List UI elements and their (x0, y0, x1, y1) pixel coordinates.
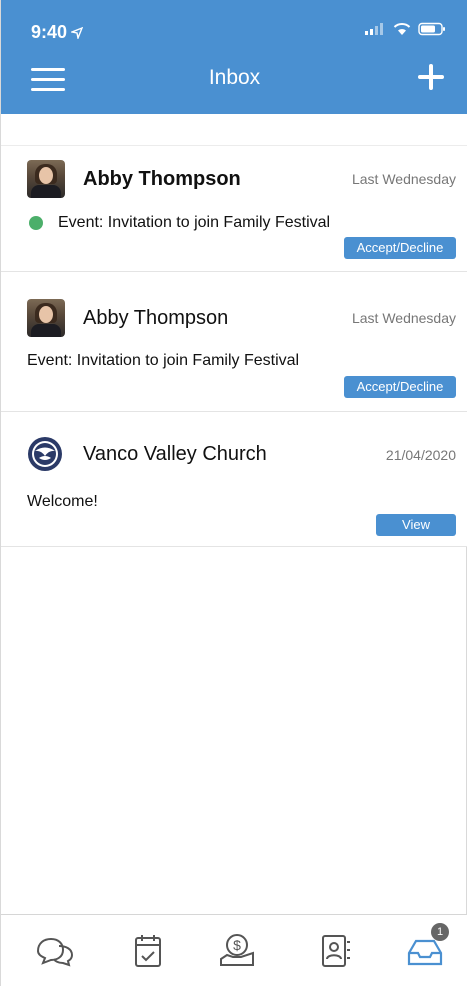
church-logo-icon (27, 436, 63, 472)
tab-inbox[interactable]: 1 (403, 923, 449, 973)
message-item[interactable]: Abby Thompson Last Wednesday Event: Invi… (1, 272, 467, 412)
sender-name: Vanco Valley Church (83, 443, 267, 465)
bottom-tab-bar: $ 1 (1, 914, 467, 986)
page-title: Inbox (208, 66, 261, 89)
compose-plus-icon[interactable] (416, 62, 446, 92)
tab-events[interactable] (126, 929, 170, 973)
sender-name: Abby Thompson (83, 307, 229, 329)
avatar (27, 299, 65, 337)
unread-dot (29, 216, 43, 230)
message-list: Abby Thompson Last Wednesday Event: Invi… (1, 114, 467, 547)
status-icons (364, 22, 446, 36)
tab-directory[interactable] (313, 929, 357, 973)
svg-text:$: $ (233, 937, 241, 953)
status-time: 9:40 (31, 22, 84, 43)
accept-decline-button[interactable]: Accept/Decline (344, 237, 456, 259)
chat-icon (36, 937, 74, 967)
view-button[interactable]: View (376, 514, 456, 536)
message-text: Event: Invitation to join Family Festiva… (27, 352, 300, 369)
directory-icon (322, 935, 350, 967)
message-item[interactable]: Abby Thompson Last Wednesday Event: Invi… (1, 146, 467, 272)
tab-messages[interactable] (33, 929, 77, 973)
accept-decline-button[interactable]: Accept/Decline (344, 376, 456, 398)
message-text: Welcome! (27, 493, 98, 510)
sender-name: Abby Thompson (83, 168, 241, 190)
message-date: Last Wednesday (351, 171, 456, 187)
unread-count-badge: 1 (431, 923, 449, 941)
message-item[interactable]: Vanco Valley Church 21/04/2020 Welcome! … (1, 412, 467, 547)
app-header: 9:40 Inbox (1, 0, 467, 114)
phone-screen: 9:40 Inbox Abby Thompson Last Wednesday … (0, 0, 467, 986)
status-time-text: 9:40 (31, 22, 68, 42)
location-arrow-icon (71, 26, 84, 39)
message-date: 21/04/2020 (385, 447, 456, 463)
wifi-icon (393, 23, 411, 35)
avatar (27, 160, 65, 198)
calendar-icon (135, 935, 161, 967)
giving-icon: $ (220, 934, 254, 966)
list-top-spacer (1, 114, 467, 146)
tab-giving[interactable]: $ (215, 929, 259, 973)
message-date: Last Wednesday (351, 310, 456, 326)
battery-icon (418, 22, 445, 36)
signal-icon (365, 23, 383, 35)
message-text: Event: Invitation to join Family Festiva… (58, 214, 331, 231)
